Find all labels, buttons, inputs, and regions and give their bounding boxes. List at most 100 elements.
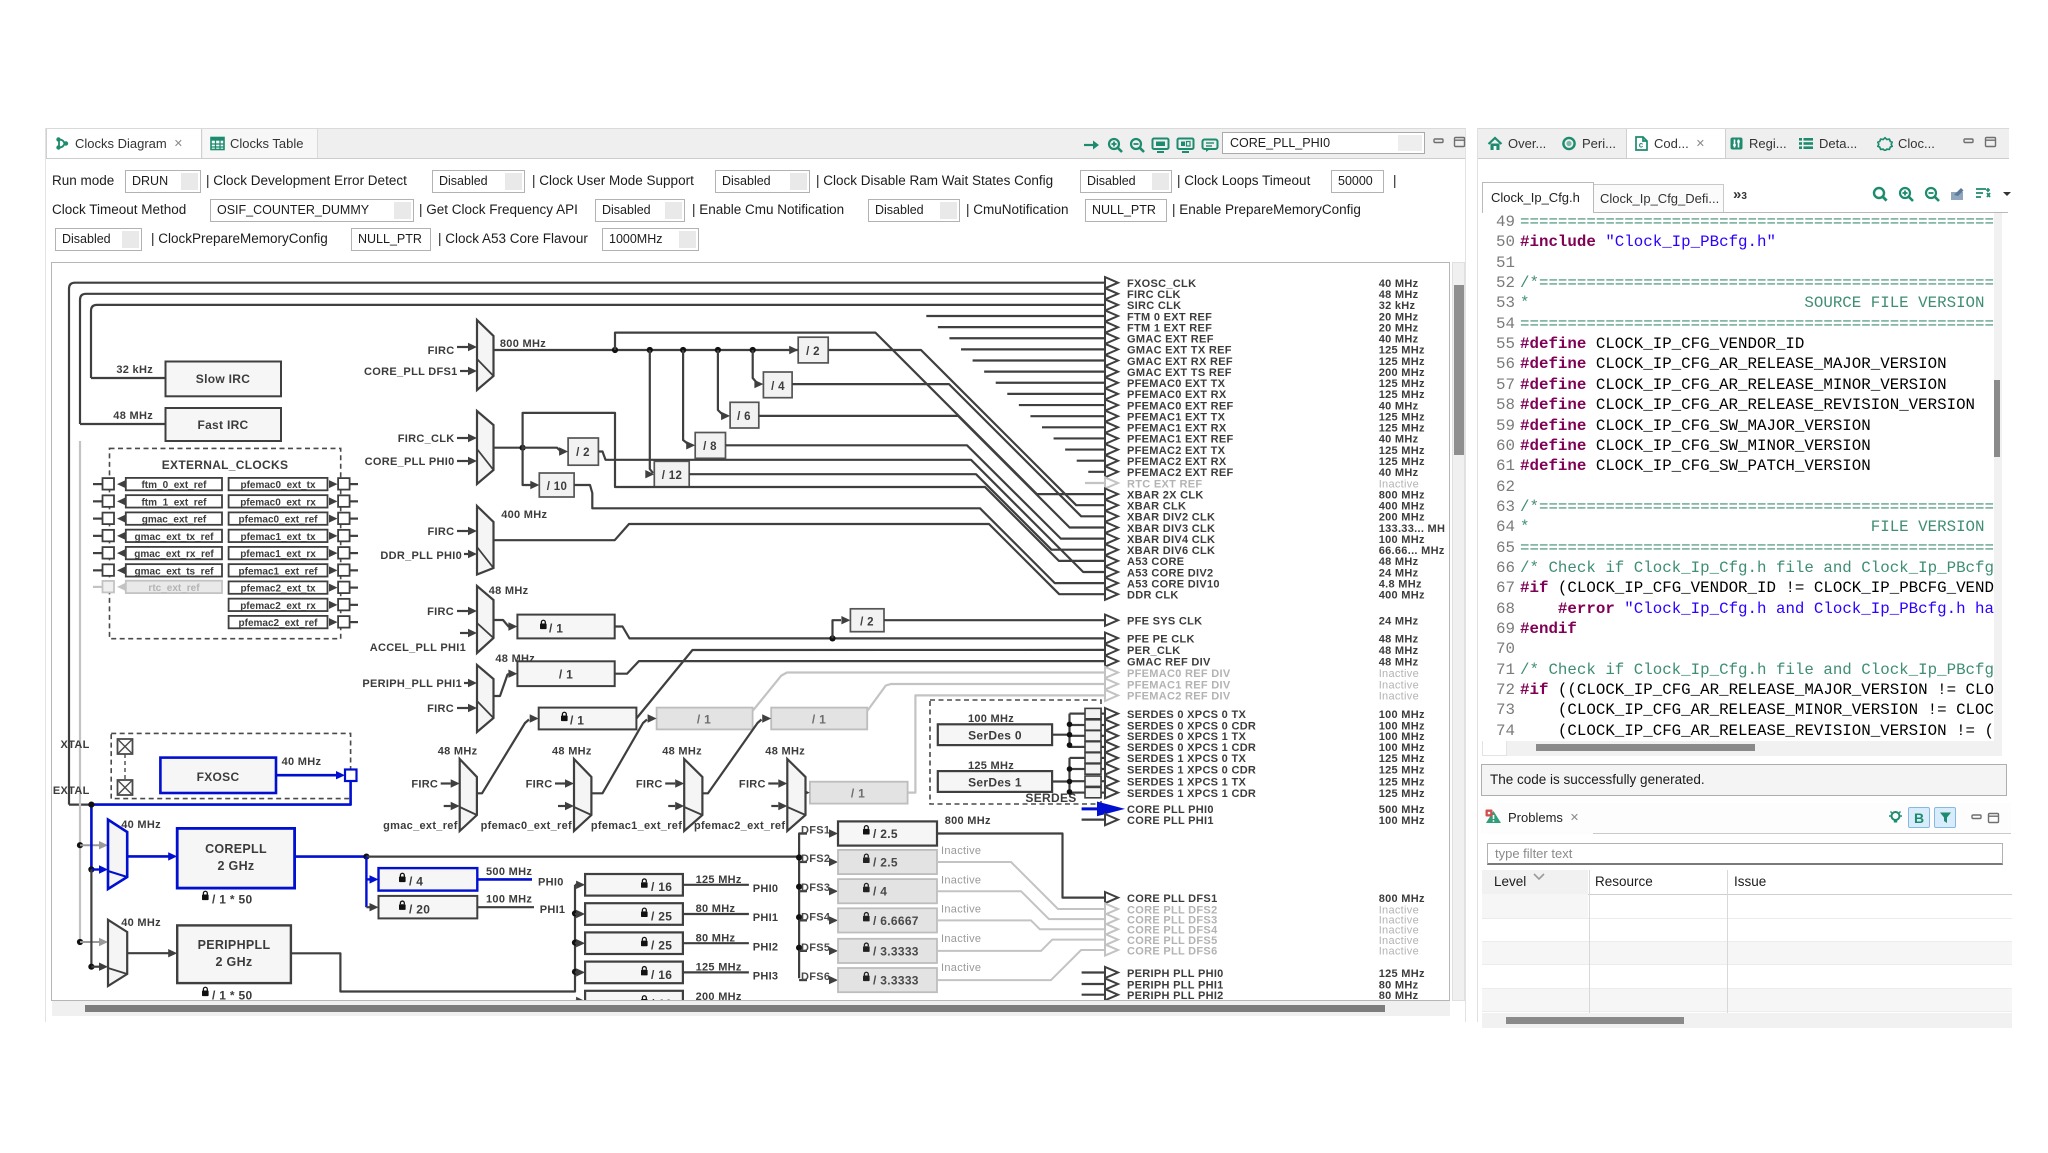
svg-text:FXOSC: FXOSC (197, 770, 240, 784)
svg-text:PERIPH PLL PHI2: PERIPH PLL PHI2 (1127, 990, 1224, 1001)
svg-text:Inactive: Inactive (941, 933, 981, 945)
svg-text:/ 6: / 6 (737, 411, 751, 423)
svg-text:DDR_PLL PHI0: DDR_PLL PHI0 (380, 550, 462, 562)
svg-text:pfemac0_ext_ref: pfemac0_ext_ref (239, 515, 319, 526)
svg-text:SerDes 0: SerDes 0 (968, 729, 1022, 743)
svg-text:pfemac1_ext_rx: pfemac1_ext_rx (240, 549, 316, 560)
svg-text:ACCEL_PLL PHI1: ACCEL_PLL PHI1 (370, 642, 466, 654)
svg-text:PHI2: PHI2 (753, 941, 779, 953)
svg-text:2 GHz: 2 GHz (218, 859, 255, 873)
svg-text:XBAR DIV2 CLK: XBAR DIV2 CLK (1127, 512, 1215, 524)
svg-text:DFS3: DFS3 (801, 882, 830, 894)
svg-text:DDR CLK: DDR CLK (1127, 590, 1179, 602)
svg-text:800 MHz: 800 MHz (1379, 893, 1425, 905)
svg-text:125 MHz: 125 MHz (1379, 389, 1425, 401)
svg-text:FIRC: FIRC (526, 779, 553, 791)
svg-text:pfemac1_ext_ref: pfemac1_ext_ref (591, 820, 682, 832)
svg-text:100 MHz: 100 MHz (1379, 709, 1425, 721)
svg-text:/ 1 * 50: / 1 * 50 (212, 893, 252, 907)
svg-text:EXTERNAL_CLOCKS: EXTERNAL_CLOCKS (162, 458, 289, 472)
svg-text:DFS6: DFS6 (801, 971, 830, 983)
svg-text:/ 4: / 4 (409, 875, 423, 889)
svg-text:2 GHz: 2 GHz (216, 955, 253, 969)
svg-text:FIRC: FIRC (428, 526, 455, 538)
svg-text:gmac_ext_ref: gmac_ext_ref (383, 820, 458, 832)
svg-text:PFEMAC2 REF DIV: PFEMAC2 REF DIV (1127, 691, 1231, 703)
svg-text:gmac_ext_ref: gmac_ext_ref (142, 515, 207, 526)
svg-text:200 MHz: 200 MHz (1379, 512, 1425, 524)
svg-text:Inactive: Inactive (941, 874, 981, 886)
svg-text:/ 2.5: / 2.5 (873, 855, 898, 869)
svg-text:FIRC: FIRC (427, 703, 454, 715)
svg-text:/ 4: / 4 (873, 885, 887, 899)
svg-text:PFEMAC1 REF DIV: PFEMAC1 REF DIV (1127, 679, 1231, 691)
svg-text:800 MHz: 800 MHz (945, 815, 991, 827)
svg-text:40 MHz: 40 MHz (121, 917, 161, 929)
svg-text:/ 2: / 2 (576, 447, 590, 459)
svg-text:XBAR DIV6 CLK: XBAR DIV6 CLK (1127, 545, 1215, 557)
svg-text:Inactive: Inactive (941, 845, 981, 857)
svg-text:125 MHz: 125 MHz (1379, 777, 1425, 789)
svg-text:Inactive: Inactive (1379, 945, 1419, 957)
svg-text:GMAC EXT RX REF: GMAC EXT RX REF (1127, 356, 1233, 368)
svg-text:PFEMAC0 EXT RX: PFEMAC0 EXT RX (1127, 389, 1227, 401)
svg-text:/ 2.5: / 2.5 (873, 827, 898, 841)
svg-text:pfemac1_ext_tx: pfemac1_ext_tx (240, 532, 315, 543)
svg-text:PFEMAC2 EXT REF: PFEMAC2 EXT REF (1127, 467, 1234, 479)
svg-text:/ 3.3333: / 3.3333 (873, 974, 919, 988)
svg-text:500 MHz: 500 MHz (486, 866, 532, 878)
svg-text:PFEMAC0 REF DIV: PFEMAC0 REF DIV (1127, 668, 1231, 680)
svg-text:PFEMAC1 EXT REF: PFEMAC1 EXT REF (1127, 434, 1234, 446)
svg-text:48 MHz: 48 MHz (489, 585, 529, 597)
svg-text:20 MHz: 20 MHz (1379, 311, 1419, 323)
svg-text:FIRC: FIRC (428, 345, 455, 357)
svg-text:/ 1: / 1 (559, 668, 573, 682)
svg-text:48 MHz: 48 MHz (1379, 645, 1419, 657)
svg-text:SERDES 0 XPCS 0 TX: SERDES 0 XPCS 0 TX (1127, 709, 1246, 721)
svg-text:/ 1: / 1 (851, 787, 865, 801)
svg-text:40 MHz: 40 MHz (282, 756, 322, 768)
svg-text:Slow IRC: Slow IRC (196, 372, 250, 386)
svg-text:48 MHz: 48 MHz (662, 746, 702, 758)
svg-text:FIRC: FIRC (636, 779, 663, 791)
svg-text:FIRC_CLK: FIRC_CLK (398, 433, 455, 445)
svg-text:EXTAL: EXTAL (53, 785, 90, 797)
svg-text:DFS4: DFS4 (801, 911, 831, 923)
svg-text:400 MHz: 400 MHz (501, 509, 547, 521)
svg-text:SERDES 1 XPCS 1 CDR: SERDES 1 XPCS 1 CDR (1127, 788, 1256, 800)
svg-text:/ 25: / 25 (651, 909, 672, 923)
svg-text:125 MHz: 125 MHz (1379, 788, 1425, 800)
svg-text:PERIPH_PLL PHI1: PERIPH_PLL PHI1 (362, 678, 462, 690)
svg-text:PERIPH PLL PHI0: PERIPH PLL PHI0 (1127, 968, 1224, 980)
svg-text:PFE SYS CLK: PFE SYS CLK (1127, 616, 1202, 628)
svg-text:PHI0: PHI0 (538, 877, 564, 889)
svg-text:XTAL: XTAL (60, 739, 89, 751)
svg-text:80 MHz: 80 MHz (696, 903, 736, 915)
svg-text:100 MHz: 100 MHz (1379, 815, 1425, 827)
svg-text:40 MHz: 40 MHz (121, 819, 161, 831)
svg-text:/ 6.6667: / 6.6667 (873, 914, 919, 928)
svg-text:/ 10: / 10 (547, 481, 567, 493)
svg-text:32 kHz: 32 kHz (116, 364, 153, 376)
svg-text:gmac_ext_ts_ref: gmac_ext_ts_ref (135, 566, 215, 577)
svg-text:GMAC REF DIV: GMAC REF DIV (1127, 656, 1211, 668)
svg-text:PHI1: PHI1 (540, 904, 566, 916)
svg-text:/ 16: / 16 (651, 880, 672, 894)
svg-text:Inactive: Inactive (1379, 668, 1419, 680)
svg-text:CORE_PLL DFS1: CORE_PLL DFS1 (364, 366, 458, 378)
svg-text:Fast IRC: Fast IRC (197, 418, 248, 432)
svg-text:/ 2: / 2 (806, 346, 820, 358)
svg-text:Inactive: Inactive (941, 904, 981, 916)
svg-text:40 MHz: 40 MHz (1379, 467, 1419, 479)
svg-text:ftm_0_ext_ref: ftm_0_ext_ref (141, 480, 207, 491)
svg-text:200 MHz: 200 MHz (696, 991, 742, 1001)
svg-text:125 MHz: 125 MHz (696, 874, 742, 886)
svg-text:/ 12: / 12 (662, 470, 682, 482)
svg-text:PHI3: PHI3 (753, 971, 779, 983)
svg-text:PERIPHPLL: PERIPHPLL (198, 938, 271, 952)
svg-text:FIRC: FIRC (739, 779, 766, 791)
svg-text:125 MHz: 125 MHz (1379, 764, 1425, 776)
svg-text:/ 1: / 1 (697, 713, 711, 727)
svg-text:PER_CLK: PER_CLK (1127, 645, 1180, 657)
svg-text:48 MHz: 48 MHz (1379, 656, 1419, 668)
